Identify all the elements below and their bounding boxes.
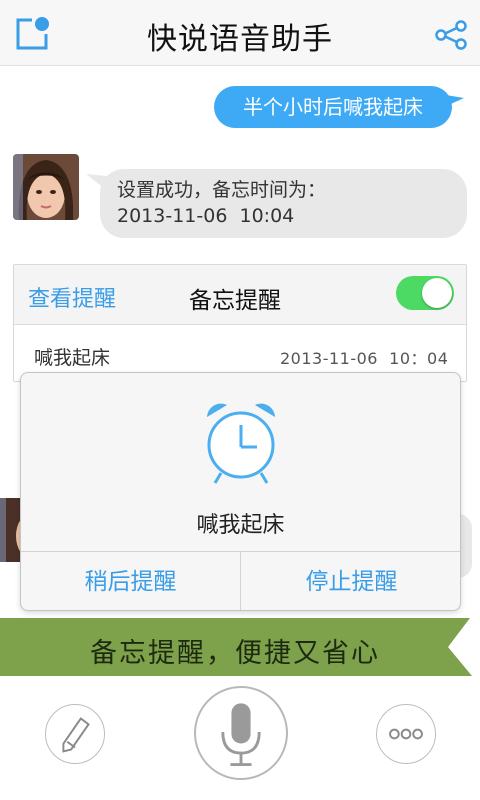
toggle-knob bbox=[422, 278, 452, 308]
promo-banner: 备忘提醒，便捷又省心 bbox=[0, 618, 480, 676]
reminder-toggle[interactable] bbox=[396, 276, 454, 310]
user-message-bubble: 半个小时后喊我起床 bbox=[214, 86, 452, 128]
more-button[interactable] bbox=[376, 704, 436, 764]
snooze-button[interactable]: 稍后提醒 bbox=[21, 552, 241, 610]
reminder-item-name: 喊我起床 bbox=[34, 347, 111, 369]
bot-reply-bubble: 设置成功，备忘时间为： 2013-11-06 10:04 bbox=[100, 169, 467, 238]
more-icon bbox=[389, 728, 423, 740]
reminder-card-header: 查看提醒 备忘提醒 bbox=[14, 265, 466, 325]
alarm-clock-icon bbox=[207, 403, 275, 484]
alarm-actions: 稍后提醒 停止提醒 bbox=[21, 551, 460, 610]
reminder-card-title: 备忘提醒 bbox=[189, 288, 281, 314]
bot-reply-line-2: 2013-11-06 10:04 bbox=[117, 205, 295, 227]
reminder-card: 查看提醒 备忘提醒 喊我起床 2013-11-06 10：04 bbox=[13, 264, 467, 382]
app-title: 快说语音助手 bbox=[147, 22, 333, 57]
avatar[interactable] bbox=[13, 154, 79, 220]
bot-reply-line-1: 设置成功，备忘时间为： bbox=[117, 179, 327, 201]
share-icon[interactable] bbox=[434, 20, 468, 50]
alarm-message: 喊我起床 bbox=[196, 513, 285, 538]
text-input-button[interactable] bbox=[45, 704, 105, 764]
banner-text: 备忘提醒，便捷又省心 bbox=[90, 638, 380, 669]
pencil-icon bbox=[62, 717, 90, 753]
stop-reminder-button[interactable]: 停止提醒 bbox=[241, 552, 460, 610]
bottom-bar bbox=[0, 676, 480, 800]
chat-area[interactable]: 半个小时后喊我起床 设置成功，备忘时间为： 2013-11-06 10:04 查… bbox=[0, 66, 480, 618]
top-bar: 快说语音助手 bbox=[0, 0, 480, 66]
bubble-tail bbox=[440, 94, 464, 108]
view-reminders-link[interactable]: 查看提醒 bbox=[28, 281, 116, 313]
voice-input-button[interactable] bbox=[194, 686, 288, 780]
reminder-item-time: 2013-11-06 10：04 bbox=[280, 349, 449, 368]
microphone-icon bbox=[221, 703, 261, 767]
avatar-image bbox=[13, 154, 79, 220]
alarm-popup: 喊我起床 稍后提醒 停止提醒 bbox=[20, 372, 461, 611]
